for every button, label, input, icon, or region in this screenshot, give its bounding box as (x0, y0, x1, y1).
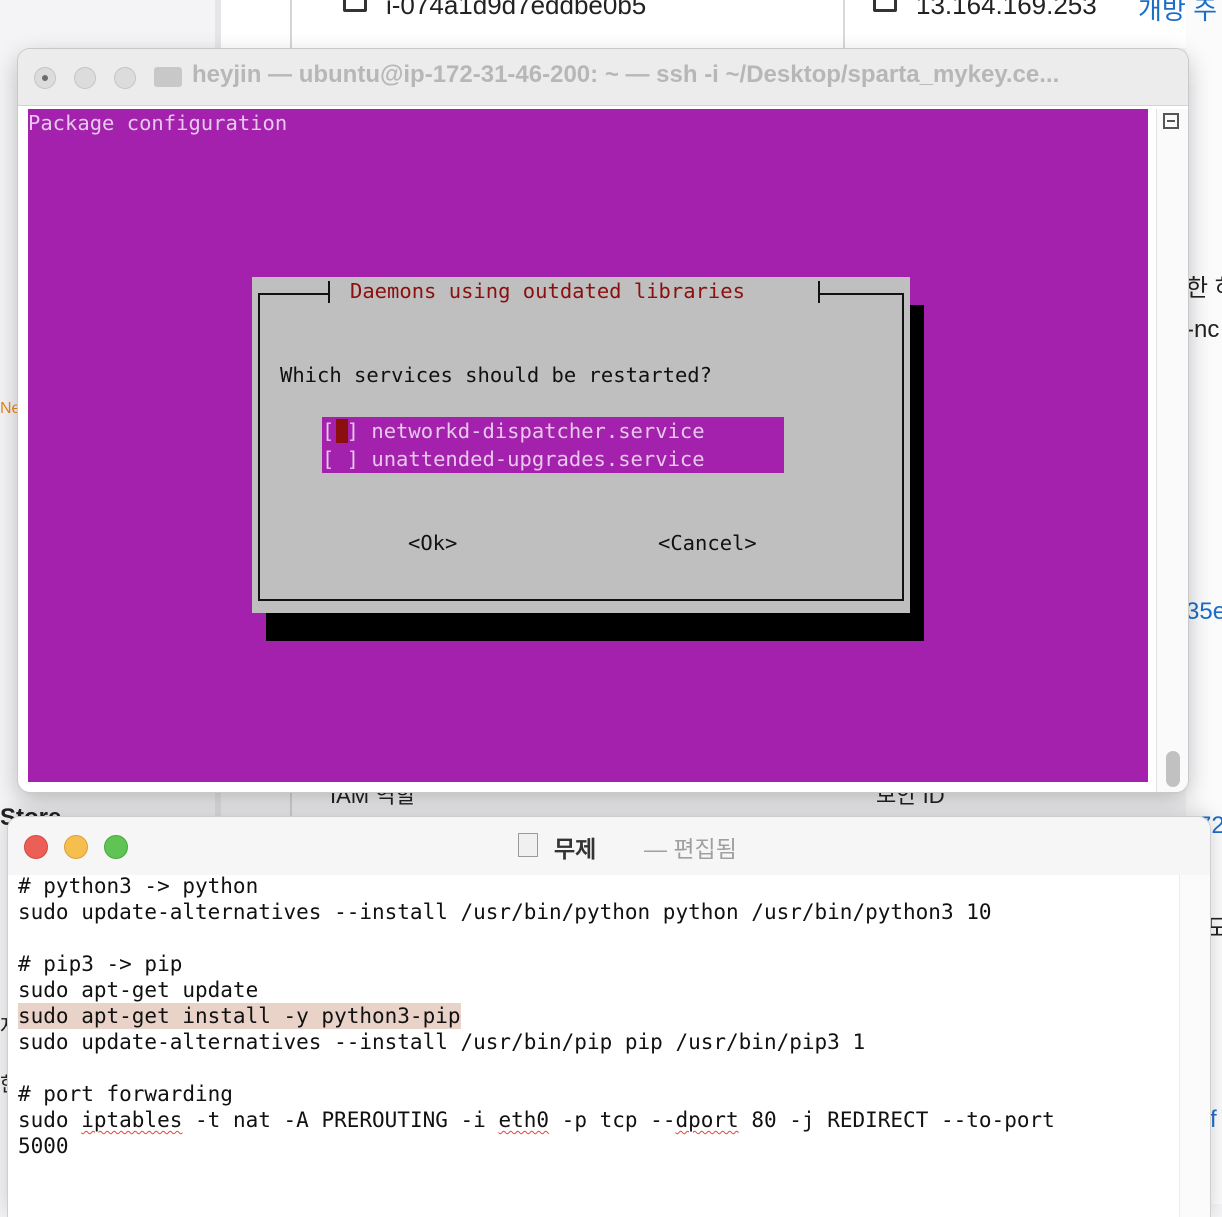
split-pane-icon[interactable] (1163, 113, 1179, 129)
editor-scrollbar[interactable] (1179, 875, 1210, 1217)
ip-address-text: 13.164.169.253 (916, 0, 1097, 20)
spelling-underline: dport (675, 1108, 739, 1132)
text-editor-window[interactable]: 무제 — 편집됨 # python3 -> python sudo update… (8, 817, 1210, 1217)
document-icon (518, 833, 538, 857)
terminal-scrollbar[interactable] (1156, 109, 1188, 792)
code-line: 5000 (18, 1134, 69, 1158)
copy-icon[interactable] (343, 0, 367, 12)
code-line: sudo update-alternatives --install /usr/… (18, 900, 992, 924)
spelling-underline: eth0 (498, 1108, 550, 1132)
code-line: sudo iptables -t nat -A PREROUTING -i et… (18, 1108, 1055, 1132)
copy-icon[interactable] (873, 0, 897, 12)
package-configuration-header: Package configuration (28, 111, 288, 135)
close-button[interactable] (34, 67, 56, 89)
text-cursor (336, 419, 348, 443)
code-line: # python3 -> python (18, 874, 259, 898)
background-side-link[interactable]: 35e (1186, 598, 1222, 626)
document-title: 무제 (554, 836, 597, 862)
dialog-frame-tick (328, 281, 330, 303)
option-networkd-dispatcher[interactable]: [ ] networkd-dispatcher.service (322, 419, 705, 443)
option-label: networkd-dispatcher.service (371, 419, 705, 443)
close-button[interactable] (24, 835, 48, 859)
selected-code-line: sudo apt-get install -y python3-pip (18, 1003, 461, 1029)
code-line: sudo apt-get update (18, 978, 259, 1002)
code-line: # pip3 -> pip (18, 952, 183, 976)
folder-icon (154, 67, 182, 87)
background-divider (843, 0, 845, 48)
code-line: sudo update-alternatives --install /usr/… (18, 1030, 866, 1054)
edited-status: — 편집됨 (644, 836, 737, 862)
minimize-button[interactable] (74, 67, 96, 89)
terminal-title: heyjin — ubuntu@ip-172-31-46-200: ~ — ss… (192, 61, 1060, 88)
ok-button[interactable]: <Ok> (408, 531, 457, 555)
background-side-text: 한 하 (1186, 275, 1222, 302)
instance-id-text: i-074a1d9d7eddbe0b5 (386, 0, 647, 20)
background-side-text: -nc (1186, 316, 1220, 343)
option-label: unattended-upgrades.service (371, 447, 705, 471)
dialog-title: Daemons using outdated libraries (350, 279, 745, 303)
option-unattended-upgrades[interactable]: [ ] unattended-upgrades.service (322, 447, 705, 471)
dialog-frame-tick (818, 281, 820, 303)
minimize-button[interactable] (64, 835, 88, 859)
spelling-underline: iptables (81, 1108, 183, 1132)
zoom-button[interactable] (104, 835, 128, 859)
terminal-titlebar[interactable]: heyjin — ubuntu@ip-172-31-46-200: ~ — ss… (18, 49, 1188, 106)
background-side-link[interactable]: f (1210, 1106, 1217, 1134)
scroll-thumb[interactable] (1166, 751, 1180, 787)
cancel-button[interactable]: <Cancel> (658, 531, 757, 555)
open-address-link[interactable]: 개방 주 (1138, 0, 1217, 27)
terminal-window[interactable]: heyjin — ubuntu@ip-172-31-46-200: ~ — ss… (18, 49, 1188, 792)
editor-titlebar[interactable]: 무제 — 편집됨 (8, 817, 1210, 875)
dialog-question: Which services should be restarted? (280, 363, 712, 387)
checkbox[interactable]: [ ] (322, 447, 359, 471)
zoom-button[interactable] (114, 67, 136, 89)
restart-services-dialog: Daemons using outdated libraries Which s… (252, 277, 910, 613)
terminal-screen[interactable]: Package configuration Daemons using outd… (28, 109, 1148, 782)
code-line: # port forwarding (18, 1082, 233, 1106)
editor-text-area[interactable]: # python3 -> python sudo update-alternat… (8, 874, 1210, 1217)
